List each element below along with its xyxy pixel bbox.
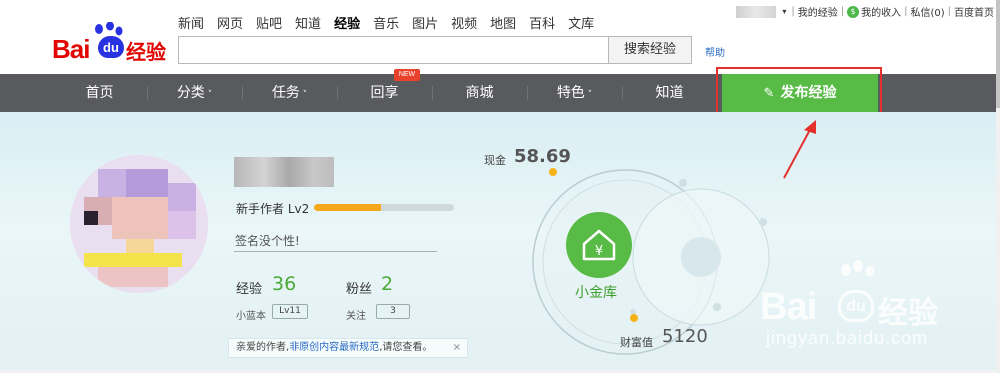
product-nav: 新闻 网页 贴吧 知道 经验 音乐 图片 视频 地图 百科 文库 xyxy=(178,13,607,32)
wealth-orbit-dot xyxy=(630,314,638,322)
money-icon: $ xyxy=(847,5,860,18)
menu-item-category[interactable]: 分类 ˅ xyxy=(147,74,242,112)
my-experience-link[interactable]: 我的经验 xyxy=(798,4,838,19)
nav-link-baike[interactable]: 百科 xyxy=(529,13,555,32)
follow-label: 关注 xyxy=(346,311,366,322)
nav-link-web[interactable]: 网页 xyxy=(217,13,243,32)
blue-book-label: 小蓝本 xyxy=(236,311,266,322)
logo-bai-text: Bai xyxy=(52,34,90,64)
level-progress-fill xyxy=(314,204,382,211)
vault-home-icon[interactable]: ¥ xyxy=(566,212,632,278)
cash-orbit-dot xyxy=(549,168,557,176)
menu-item-featured[interactable]: 特色 ˅ xyxy=(527,74,622,112)
svg-text:¥: ¥ xyxy=(595,244,603,259)
nav-link-map[interactable]: 地图 xyxy=(490,13,516,32)
baidu-home-link[interactable]: 百度首页 xyxy=(954,4,994,19)
level-progress-bar xyxy=(314,204,454,211)
baidu-watermark: Bai du 经验 jingyan.baidu.com xyxy=(760,260,960,360)
annotation-arrow xyxy=(783,120,816,179)
author-notice: 亲爱的作者,非原创内容最新规范,请您查看。 × xyxy=(228,338,468,358)
blue-book-level[interactable]: Lv11 xyxy=(272,304,308,319)
nav-link-jingyan[interactable]: 经验 xyxy=(334,13,360,32)
signature-underline xyxy=(234,251,437,252)
chevron-down-icon: ˅ xyxy=(204,90,213,100)
follow-count[interactable]: 3 xyxy=(376,304,410,319)
experience-count[interactable]: 36 xyxy=(272,273,296,295)
avatar[interactable] xyxy=(70,155,208,293)
logo-du-badge: du xyxy=(98,36,124,58)
watermark-jingyan: 经验 xyxy=(878,296,938,331)
nav-link-music[interactable]: 音乐 xyxy=(373,13,399,32)
fans-count[interactable]: 2 xyxy=(381,273,393,295)
publish-experience-button[interactable]: ✎ 发布经验 xyxy=(722,74,878,112)
originality-rules-link[interactable]: 非原创内容最新规范 xyxy=(289,342,379,353)
experience-label: 经验 xyxy=(236,282,263,297)
wealth-label: 财富值 xyxy=(620,336,653,349)
vault-orbit-graphic xyxy=(532,169,770,355)
nav-link-video[interactable]: 视频 xyxy=(451,13,477,32)
baidu-jingyan-logo[interactable]: Bai du 经验 xyxy=(52,22,170,64)
nav-link-images[interactable]: 图片 xyxy=(412,13,438,32)
search-button[interactable]: 搜索经验 xyxy=(608,36,692,64)
nav-link-news[interactable]: 新闻 xyxy=(178,13,204,32)
profile-hero: 新手作者 Lv2 签名没个性! 经验 36 粉丝 2 小蓝本 Lv11 关注 3… xyxy=(0,112,996,370)
search-input[interactable] xyxy=(178,36,608,64)
logo-jingyan-text: 经验 xyxy=(126,40,166,64)
paw-icon xyxy=(841,260,875,277)
menu-item-tasks[interactable]: 任务 ˅ xyxy=(242,74,337,112)
wealth-value: 5120 xyxy=(662,326,708,347)
my-income-link[interactable]: 我的收入 xyxy=(861,4,901,19)
nav-link-wenku[interactable]: 文库 xyxy=(568,13,594,32)
user-toolbar: ▾ | 我的经验 | $ 我的收入 | 私信(0) | 百度首页 xyxy=(736,4,994,19)
nav-link-zhidao[interactable]: 知道 xyxy=(295,13,321,32)
fans-label: 粉丝 xyxy=(346,282,373,297)
chevron-down-icon: ˅ xyxy=(299,90,308,100)
messages-link[interactable]: 私信(0) xyxy=(910,4,944,19)
edit-icon: ✎ xyxy=(763,86,775,101)
help-link[interactable]: 帮助 xyxy=(705,44,725,59)
menu-item-home[interactable]: 首页 xyxy=(52,74,147,112)
nav-link-tieba[interactable]: 贴吧 xyxy=(256,13,282,32)
cash-label: 现金 xyxy=(484,154,506,167)
chevron-down-icon: ˅ xyxy=(584,90,593,100)
dropdown-caret-icon[interactable]: ▾ xyxy=(782,7,786,16)
username-blurred[interactable] xyxy=(234,157,334,187)
author-level: 新手作者 Lv2 xyxy=(236,202,310,216)
signature-text[interactable]: 签名没个性! xyxy=(235,232,300,249)
close-icon[interactable]: × xyxy=(453,339,461,357)
vault-label[interactable]: 小金库 xyxy=(575,282,617,302)
menu-item-mall[interactable]: 商城 xyxy=(432,74,527,112)
scrollbar-thumb[interactable] xyxy=(996,0,1000,108)
menu-item-zhidao[interactable]: 知道 xyxy=(622,74,717,112)
watermark-bai: Bai xyxy=(760,286,817,328)
new-badge: NEW xyxy=(394,69,420,81)
username-blurred[interactable] xyxy=(736,5,777,18)
watermark-du: du xyxy=(838,290,874,322)
watermark-url: jingyan.baidu.com xyxy=(766,328,929,348)
top-header: Bai du 经验 新闻 网页 贴吧 知道 经验 音乐 图片 视频 地图 百科 … xyxy=(0,0,1000,74)
